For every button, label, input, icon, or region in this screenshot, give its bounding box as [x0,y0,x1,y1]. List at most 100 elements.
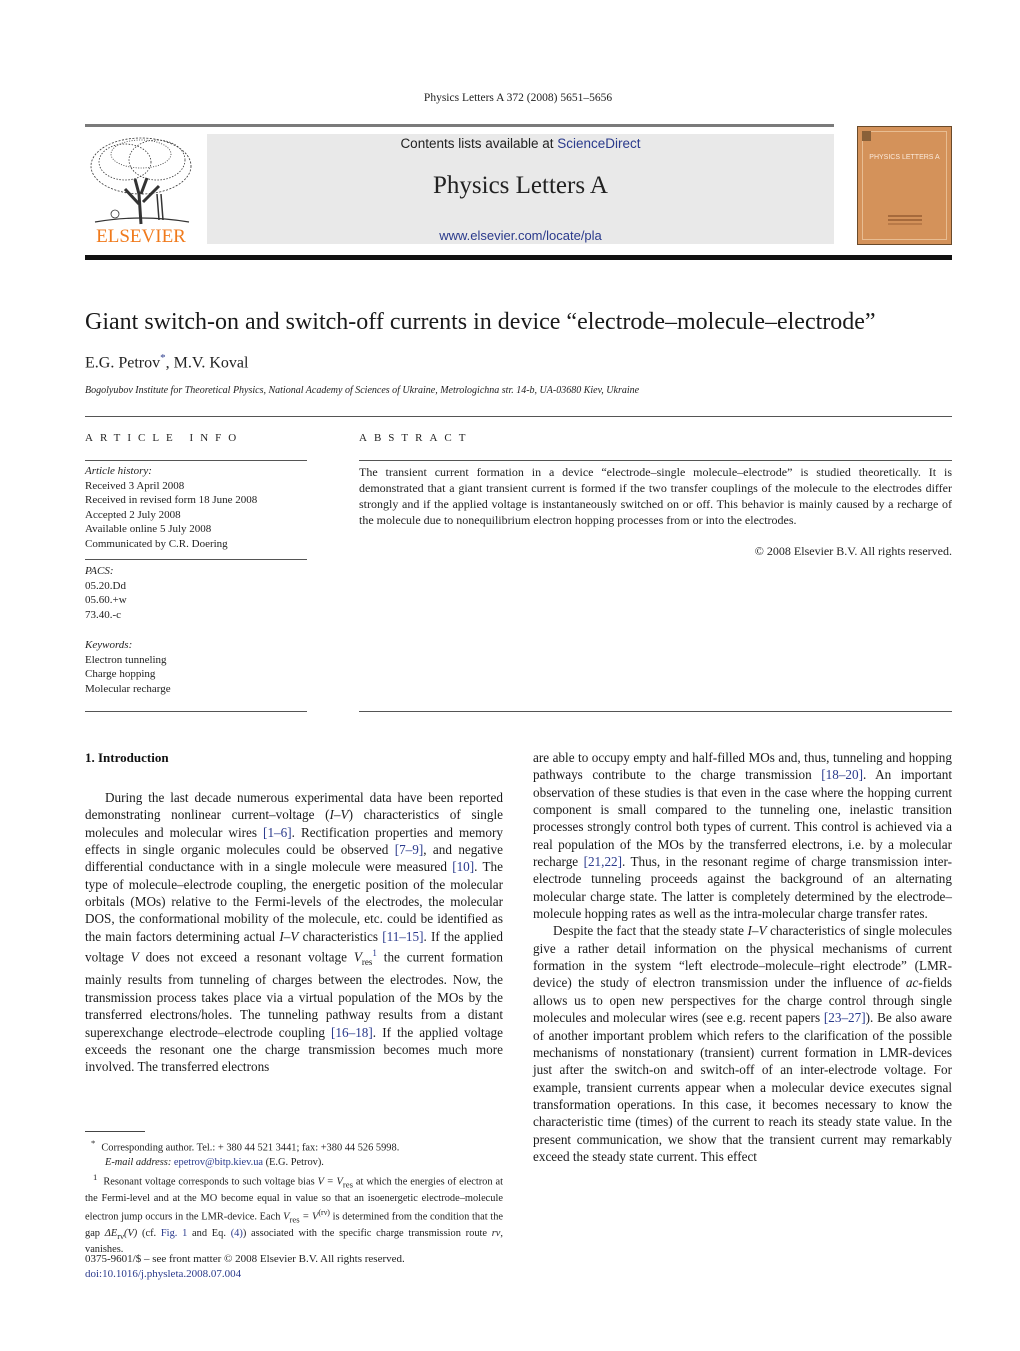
history-item: Communicated by C.R. Doering [85,537,228,550]
left-column: During the last decade numerous experime… [85,789,503,1076]
pacs-code: 05.60.+w [85,594,127,606]
footnotes: * Corresponding author. Tel.: + 380 44 52… [85,1136,503,1258]
email-link[interactable]: epetrov@bitp.kiev.ua [174,1157,263,1168]
citation-link[interactable]: [11–15] [382,929,423,944]
text-run: Despite the fact that the steady state [553,923,748,939]
footnote-star: * [91,1138,96,1148]
math-subscript: res [342,1179,354,1190]
math-superscript: (rν) [318,1208,330,1218]
citation-link[interactable]: [7–9] [395,842,424,857]
article-history-label: Article history: [85,465,152,477]
abstract-bottom-rule [359,711,952,712]
journal-title: Physics Letters A [433,172,608,199]
issn-line: 0375-9601/$ – see front matter © 2008 El… [85,1253,405,1265]
math: = V [299,1211,319,1223]
pacs-label: PACS: [85,565,114,577]
footnote-1: 1 Resonant voltage corresponds to such vo… [85,1170,503,1258]
text-run: does not exceed a resonant voltage [138,949,354,965]
journal-banner: Contents lists available at ScienceDirec… [207,134,834,244]
citation-link[interactable]: [23–27] [824,1010,866,1025]
author-name: E.G. Petrov [85,354,161,372]
math-subscript: res [361,957,373,968]
abstract-text: The transient current formation in a dev… [359,465,952,527]
history-item: Received 3 April 2008 [85,479,185,492]
text-run: ) associated with the specific charge tr… [242,1228,492,1240]
math: V = V [317,1176,343,1188]
abstract-copyright: © 2008 Elsevier B.V. All rights reserved… [754,544,952,558]
history-item: Received in revised form 18 June 2008 [85,494,258,506]
right-column: are able to occupy empty and half-filled… [533,749,952,1165]
text-run: (cf. [137,1228,161,1240]
math-iv: I–V [279,928,299,944]
footnote-text: Corresponding author. Tel.: + 380 44 521… [101,1142,400,1154]
article-info-rule [85,460,307,461]
pacs-rule [85,559,307,560]
keyword: Charge hopping [85,668,156,680]
math-vres: V [353,949,362,965]
keywords-block: Keywords: Electron tunneling Charge hopp… [85,638,171,696]
footnote-number: 1 [93,1172,98,1183]
cover-footer-lines [888,215,922,217]
author-separator: , [165,354,174,372]
citation-link[interactable]: [18–20] [821,767,863,782]
math-ac: ac [905,975,919,991]
header-rule [85,124,834,127]
abstract-rule [359,460,952,461]
footnote-corresponding: * Corresponding author. Tel.: + 380 44 52… [85,1136,503,1156]
contents-prefix: Contents lists available at [400,136,558,151]
article-info-heading: ARTICLE INFO [85,432,244,444]
article-title: Giant switch-on and switch-off currents … [85,309,876,335]
citation-link[interactable]: [10] [452,859,474,874]
paragraph: Despite the fact that the steady state I… [533,922,952,1165]
math-iv: I–V [329,807,349,823]
math: ΔE [104,1228,118,1240]
text-run: characteristics [298,928,383,944]
pacs-code: 05.20.Dd [85,579,126,592]
author-name: M.V. Koval [173,354,249,372]
cover-title: PHYSICS LETTERS A [869,154,940,161]
paragraph: During the last decade numerous experime… [85,789,503,1076]
sciencedirect-link[interactable]: ScienceDirect [557,136,640,151]
journal-cover-image: PHYSICS LETTERS A [857,126,952,245]
affiliation: Bogolyubov Institute for Theoretical Phy… [85,385,640,396]
math-subscript: res [289,1214,300,1225]
journal-url-link[interactable]: www.elsevier.com/locate/pla [207,228,834,243]
pacs-code: 73.40.-c [85,608,122,621]
footnote-rule [85,1131,145,1132]
math: (V) [124,1228,138,1240]
author-list: E.G. Petrov*, M.V. Koval [85,352,248,372]
math-iv: I–V [747,923,767,939]
header-thick-rule [85,255,952,260]
abstract-heading: ABSTRACT [359,432,473,444]
equation-link[interactable]: (4) [231,1228,243,1239]
math-subscript: rν [117,1231,124,1242]
cover-frame [862,131,947,240]
text-run: Resonant voltage corresponds to such vol… [103,1176,318,1188]
article-info-bottom-rule [85,711,307,712]
paragraph: are able to occupy empty and half-filled… [533,749,952,922]
section-heading: 1. Introduction [85,750,169,765]
doi-link[interactable]: doi:10.1016/j.physleta.2008.07.004 [85,1267,405,1282]
text-run: ). Be also aware of another important pr… [533,1010,952,1164]
article-history: Article history: Received 3 April 2008 R… [85,464,257,551]
journal-reference: Physics Letters A 372 (2008) 5651–5656 [423,92,613,104]
history-item: Available online 5 July 2008 [85,523,212,535]
keyword: Molecular recharge [85,682,171,695]
footnote-text: (E.G. Petrov). [263,1156,324,1168]
keywords-label: Keywords: [85,639,133,651]
publisher-logo-text: ELSEVIER [96,226,186,247]
cover-mini-logo-icon [862,131,871,141]
affiliation-rule [85,416,952,417]
pacs-block: PACS: 05.20.Dd 05.60.+w 73.40.-c [85,564,127,622]
front-matter: 0375-9601/$ – see front matter © 2008 El… [85,1252,405,1281]
contents-line: Contents lists available at ScienceDirec… [207,136,834,151]
citation-link[interactable]: [1–6] [263,825,292,840]
math-v: V [130,949,139,965]
email-label: E-mail address: [105,1156,174,1168]
footnote-email: E-mail address: epetrov@bitp.kiev.ua (E.… [85,1156,503,1170]
history-item: Accepted 2 July 2008 [85,508,181,521]
figure-link[interactable]: Fig. 1 [161,1228,187,1239]
citation-link[interactable]: [16–18] [331,1025,373,1040]
keyword: Electron tunneling [85,653,167,666]
citation-link[interactable]: [21,22] [584,854,622,869]
